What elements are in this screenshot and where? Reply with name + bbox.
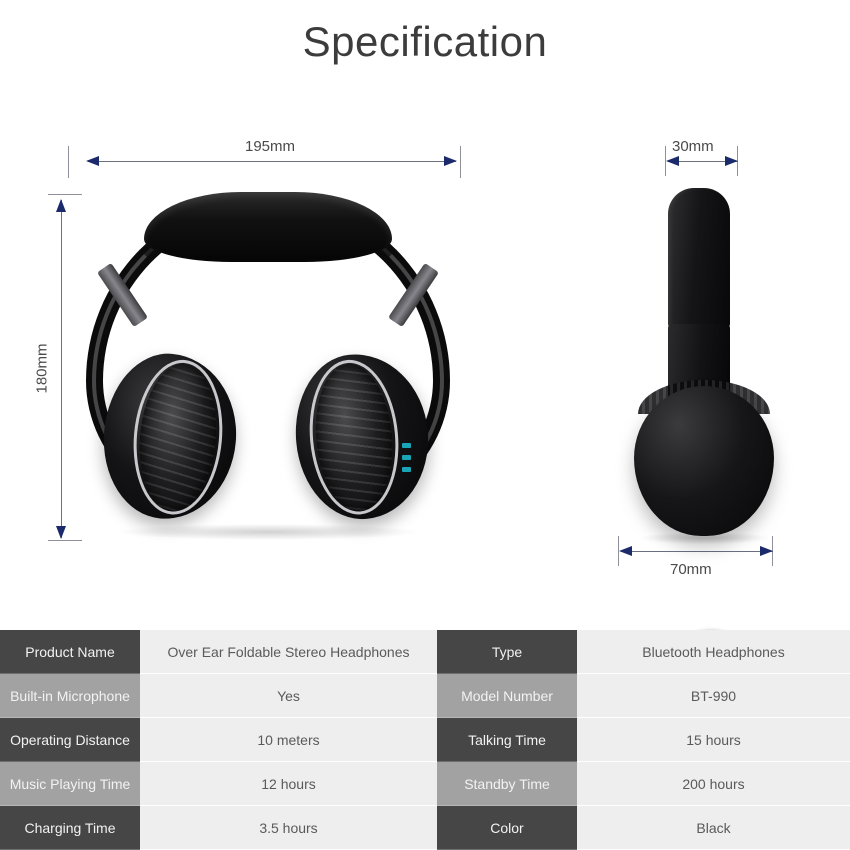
table-cell-label-left: Music Playing Time: [0, 762, 140, 806]
headband-padding: [144, 192, 392, 262]
table-cell-value-left: Yes: [140, 674, 437, 718]
arrow-up-icon: [56, 199, 66, 212]
dim-label-front-height: 180mm: [33, 343, 51, 394]
table-cell-label-left: Product Name: [0, 630, 140, 674]
table-row: Built-in Microphone Yes Model Number BT-990: [0, 674, 850, 718]
volume-up-icon: [401, 443, 411, 448]
arrow-right-icon: [444, 156, 457, 166]
dim-witness-right-top: [460, 146, 461, 178]
front-view-shadow: [118, 524, 418, 540]
table-cell-label-right: Talking Time: [437, 718, 577, 762]
specification-table: Product Name Over Ear Foldable Stereo Hea…: [0, 630, 850, 850]
dim-label-side-thickness: 30mm: [672, 138, 714, 155]
table-row: Music Playing Time 12 hours Standby Time 20…: [0, 762, 850, 806]
table-row: Operating Distance 10 meters Talking Time 1…: [0, 718, 850, 762]
dim-witness-left-top: [68, 146, 69, 178]
table-cell-label-left: Charging Time: [0, 806, 140, 850]
specification-page: Specification 195mm 180mm 30mm 70mm Prod…: [0, 0, 850, 850]
table-cell-label-right: Type: [437, 630, 577, 674]
table-cell-value-left: Over Ear Foldable Stereo Headphones: [140, 630, 437, 674]
table-cell-label-right: Standby Time: [437, 762, 577, 806]
dim-label-side-depth: 70mm: [670, 561, 712, 578]
table-cell-label-left: Operating Distance: [0, 718, 140, 762]
table-cell-value-left: 10 meters: [140, 718, 437, 762]
table-row: Product Name Over Ear Foldable Stereo Hea…: [0, 630, 850, 674]
table-cell-label-right: Model Number: [437, 674, 577, 718]
dim-label-front-width: 195mm: [245, 138, 296, 155]
table-cell-label-left: Built-in Microphone: [0, 674, 140, 718]
front-view-headphones: [78, 188, 458, 540]
ear-cup-left: [97, 348, 243, 525]
table-cell-value-left: 12 hours: [140, 762, 437, 806]
ear-cup-control-markings: [396, 443, 416, 503]
side-ear-cup: ⌒ ◂ ▸ ▮▮: [634, 386, 774, 712]
play-pause-icon: [401, 455, 411, 460]
dim-line-front-width: [88, 161, 456, 162]
dim-line-front-height: [61, 200, 62, 538]
dim-witness-bottom: [48, 540, 82, 541]
page-title: Specification: [302, 18, 548, 65]
volume-down-icon: [401, 467, 411, 472]
dim-line-side-depth: [621, 551, 773, 552]
table-cell-label-right: Color: [437, 806, 577, 850]
table-cell-value-right: Bluetooth Headphones: [577, 630, 850, 674]
side-view-headphone: ⌒ ◂ ▸ ▮▮: [628, 188, 788, 712]
arrow-left-icon: [86, 156, 99, 166]
arrow-right-depth-icon: [760, 546, 773, 556]
arrow-left-thickness-icon: [666, 156, 679, 166]
arrow-down-icon: [56, 526, 66, 539]
side-headband: [668, 188, 730, 328]
table-cell-value-right: 200 hours: [577, 762, 850, 806]
table-cell-value-left: 3.5 hours: [140, 806, 437, 850]
arrow-right-thickness-icon: [725, 156, 738, 166]
table-cell-value-right: BT-990: [577, 674, 850, 718]
dim-witness-top: [48, 194, 82, 195]
table-row: Charging Time 3.5 hours Color Black: [0, 806, 850, 850]
table-cell-value-right: 15 hours: [577, 718, 850, 762]
arrow-left-depth-icon: [619, 546, 632, 556]
table-cell-value-right: Black: [577, 806, 850, 850]
